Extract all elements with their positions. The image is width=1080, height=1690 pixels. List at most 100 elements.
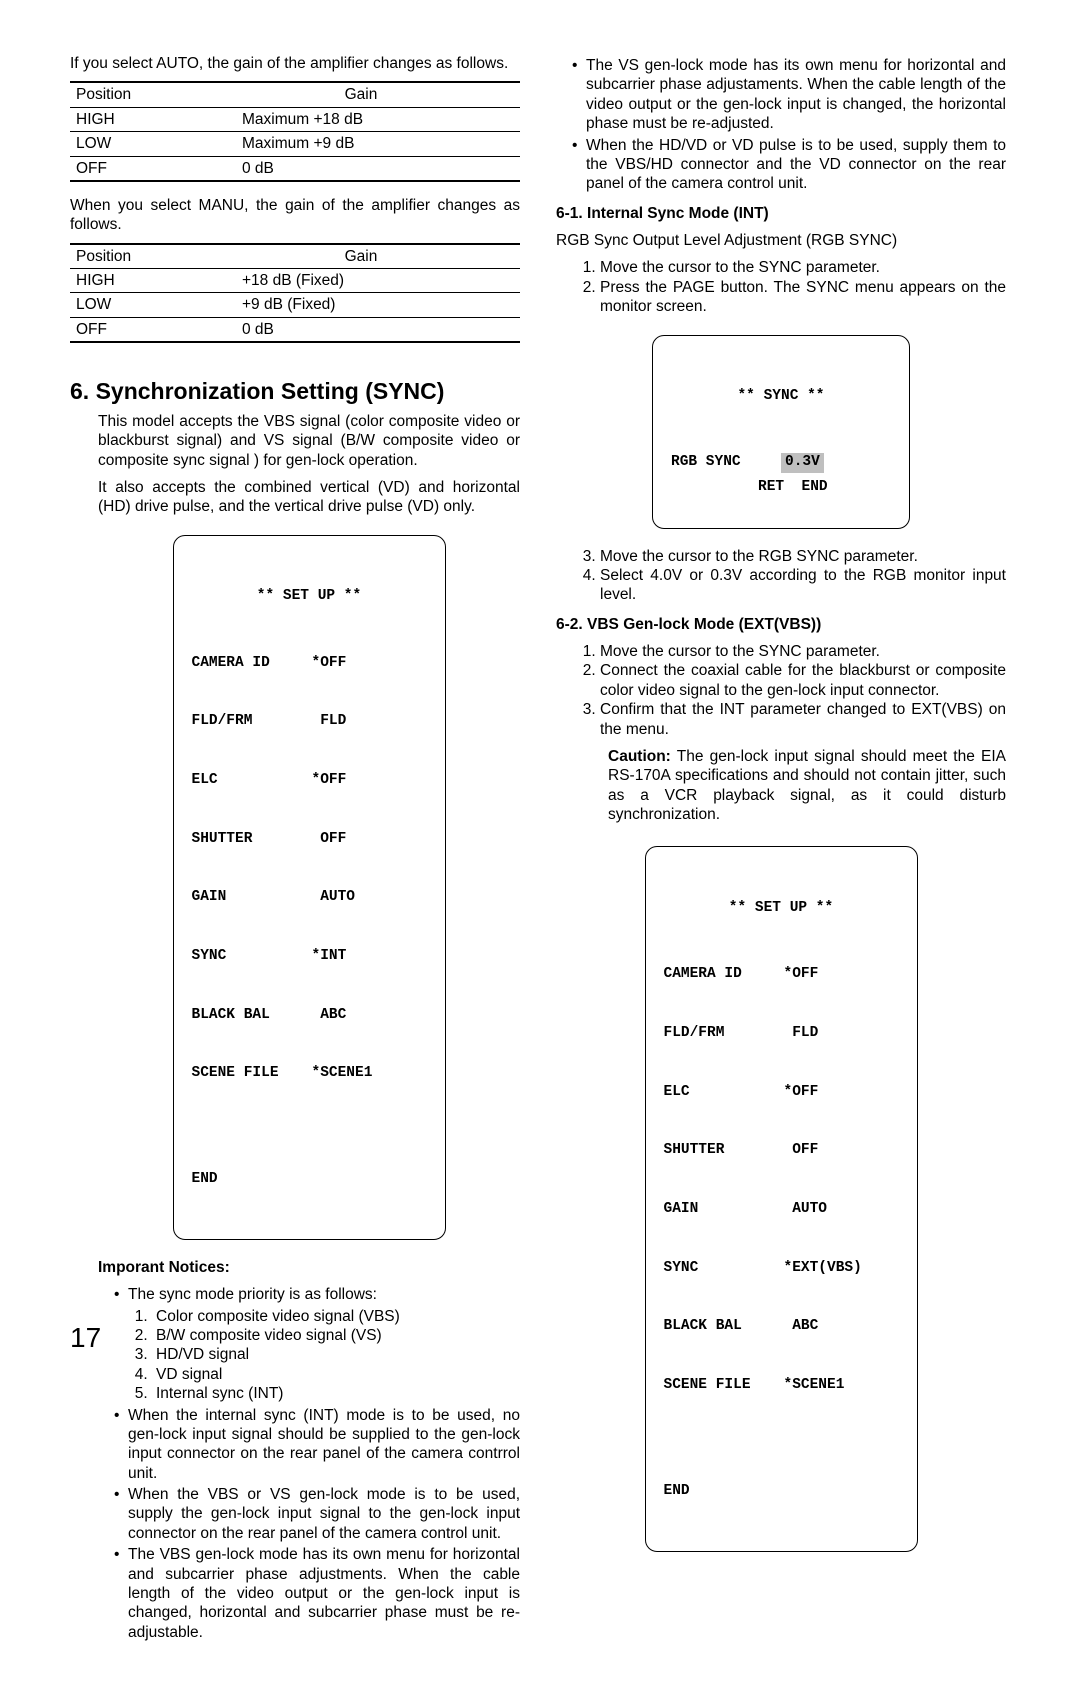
cell: LOW bbox=[70, 293, 202, 317]
manu-intro: When you select MANU, the gain of the am… bbox=[70, 196, 520, 235]
osd-title: ** SET UP ** bbox=[192, 587, 427, 607]
osd-k: SCENE FILE bbox=[192, 1064, 302, 1084]
right-top-bullets: The VS gen-lock mode has its own menu fo… bbox=[556, 56, 1006, 194]
osd-end: END bbox=[802, 479, 828, 495]
osd-k: ELC bbox=[192, 771, 302, 791]
osd-k: SYNC bbox=[664, 1259, 774, 1279]
osd-setup-extvbs: ** SET UP ** CAMERA ID*OFF FLD/FRM FLD E… bbox=[645, 846, 918, 1551]
osd-v: ABC bbox=[774, 1317, 819, 1337]
list-item: Move the cursor to the SYNC parameter. bbox=[600, 642, 1006, 661]
list-item: Select 4.0V or 0.3V according to the RGB… bbox=[600, 566, 1006, 605]
osd-title: ** SET UP ** bbox=[664, 899, 899, 919]
osd-v: *OFF bbox=[774, 965, 819, 985]
list-item: Color composite video signal (VBS) bbox=[152, 1307, 520, 1326]
caution-block: Caution: The gen-lock input signal shoul… bbox=[556, 747, 1006, 825]
cell: OFF bbox=[70, 156, 202, 181]
manu-gain-table: Position Gain HIGH+18 dB (Fixed) LOW+9 d… bbox=[70, 243, 520, 344]
list-item: Move the cursor to the RGB SYNC paramete… bbox=[600, 547, 1006, 566]
th-gain: Gain bbox=[202, 82, 520, 107]
osd-v: *SCENE1 bbox=[774, 1376, 845, 1396]
heading-6-1-sub: RGB Sync Output Level Adjustment (RGB SY… bbox=[556, 231, 1006, 250]
osd-k: FLD/FRM bbox=[192, 712, 302, 732]
auto-intro: If you select AUTO, the gain of the ampl… bbox=[70, 54, 520, 73]
important-notices-title: Imporant Notices: bbox=[98, 1258, 520, 1277]
cell: HIGH bbox=[70, 107, 202, 131]
list-item: B/W composite video signal (VS) bbox=[152, 1326, 520, 1345]
osd-v: OFF bbox=[774, 1141, 819, 1161]
osd-k: ELC bbox=[664, 1083, 774, 1103]
list-item: Connect the coaxial cable for the blackb… bbox=[600, 661, 1006, 700]
page: If you select AUTO, the gain of the ampl… bbox=[0, 0, 1080, 1690]
osd-k: GAIN bbox=[192, 888, 302, 908]
notice-item: The VS gen-lock mode has its own menu fo… bbox=[572, 56, 1006, 134]
th-position: Position bbox=[70, 244, 202, 269]
cell: OFF bbox=[70, 317, 202, 342]
list-item: HD/VD signal bbox=[152, 1345, 520, 1364]
cell: +18 dB (Fixed) bbox=[202, 269, 520, 293]
osd-v: FLD bbox=[302, 712, 347, 732]
list-item: Move the cursor to the SYNC parameter. bbox=[600, 258, 1006, 277]
osd-v: *SCENE1 bbox=[302, 1064, 373, 1084]
notice-item: The VBS gen-lock mode has its own menu f… bbox=[114, 1545, 520, 1642]
osd-end: END bbox=[192, 1170, 427, 1190]
osd-v: OFF bbox=[302, 830, 347, 850]
cell: HIGH bbox=[70, 269, 202, 293]
osd-v: *INT bbox=[302, 947, 347, 967]
cell: Maximum +9 dB bbox=[202, 132, 520, 156]
left-column: If you select AUTO, the gain of the ampl… bbox=[70, 54, 520, 1650]
cell: Maximum +18 dB bbox=[202, 107, 520, 131]
list-item: Press the PAGE button. The SYNC menu app… bbox=[600, 278, 1006, 317]
heading-6-1: 6-1. Internal Sync Mode (INT) bbox=[556, 204, 1006, 223]
notices-list: The sync mode priority is as follows: Co… bbox=[98, 1285, 520, 1642]
list-item: Confirm that the INT parameter changed t… bbox=[600, 700, 1006, 739]
th-gain: Gain bbox=[202, 244, 520, 269]
osd-sync: ** SYNC ** RGB SYNC 0.3V RET END bbox=[652, 335, 910, 529]
osd-k: BLACK BAL bbox=[664, 1317, 774, 1337]
osd-v: AUTO bbox=[774, 1200, 828, 1220]
right-column: The VS gen-lock mode has its own menu fo… bbox=[556, 54, 1006, 1650]
section-6-p2: It also accepts the combined vertical (V… bbox=[98, 478, 520, 517]
osd-k: CAMERA ID bbox=[664, 965, 774, 985]
steps-6-1-a: Move the cursor to the SYNC parameter. P… bbox=[556, 258, 1006, 316]
notice-priority-text: The sync mode priority is as follows: bbox=[128, 1286, 377, 1303]
osd-setup-int: ** SET UP ** CAMERA ID*OFF FLD/FRM FLD E… bbox=[173, 535, 446, 1240]
section-6-p1: This model accepts the VBS signal (color… bbox=[98, 412, 520, 470]
osd-v: *OFF bbox=[302, 771, 347, 791]
section-6-body: This model accepts the VBS signal (color… bbox=[70, 412, 520, 1642]
osd-end: END bbox=[664, 1482, 899, 1502]
cell: 0 dB bbox=[202, 156, 520, 181]
notice-item: When the HD/VD or VD pulse is to be used… bbox=[572, 136, 1006, 194]
osd-v: ABC bbox=[302, 1006, 347, 1026]
osd-k: FLD/FRM bbox=[664, 1024, 774, 1044]
osd-k: SHUTTER bbox=[664, 1141, 774, 1161]
osd-v: *OFF bbox=[774, 1083, 819, 1103]
osd-k: CAMERA ID bbox=[192, 654, 302, 674]
osd-title: ** SYNC ** bbox=[671, 387, 891, 407]
notice-item: When the VBS or VS gen-lock mode is to b… bbox=[114, 1485, 520, 1543]
th-position: Position bbox=[70, 82, 202, 107]
osd-v: *EXT(VBS) bbox=[774, 1259, 862, 1279]
cell: 0 dB bbox=[202, 317, 520, 342]
osd-k: SCENE FILE bbox=[664, 1376, 774, 1396]
page-number: 17 bbox=[70, 1320, 101, 1355]
osd-v: *OFF bbox=[302, 654, 347, 674]
osd-k: SHUTTER bbox=[192, 830, 302, 850]
steps-6-2: Move the cursor to the SYNC parameter. C… bbox=[556, 642, 1006, 739]
osd-v: FLD bbox=[774, 1024, 819, 1044]
caution-label: Caution: bbox=[608, 748, 671, 765]
notice-item: When the internal sync (INT) mode is to … bbox=[114, 1406, 520, 1484]
osd-k: GAIN bbox=[664, 1200, 774, 1220]
osd-k: BLACK BAL bbox=[192, 1006, 302, 1026]
heading-6-2: 6-2. VBS Gen-lock Mode (EXT(VBS)) bbox=[556, 615, 1006, 634]
two-column-layout: If you select AUTO, the gain of the ampl… bbox=[70, 54, 1010, 1650]
cell: LOW bbox=[70, 132, 202, 156]
section-6-title: 6. Synchronization Setting (SYNC) bbox=[70, 377, 520, 406]
notice-priority: The sync mode priority is as follows: Co… bbox=[114, 1285, 520, 1403]
list-item: VD signal bbox=[152, 1365, 520, 1384]
list-item: Internal sync (INT) bbox=[152, 1384, 520, 1403]
osd-ret: RET bbox=[758, 479, 784, 495]
priority-sublist: Color composite video signal (VBS) B/W c… bbox=[128, 1307, 520, 1404]
auto-gain-table: Position Gain HIGHMaximum +18 dB LOWMaxi… bbox=[70, 81, 520, 182]
steps-6-1-b: Move the cursor to the RGB SYNC paramete… bbox=[556, 547, 1006, 605]
osd-v: AUTO bbox=[302, 888, 356, 908]
